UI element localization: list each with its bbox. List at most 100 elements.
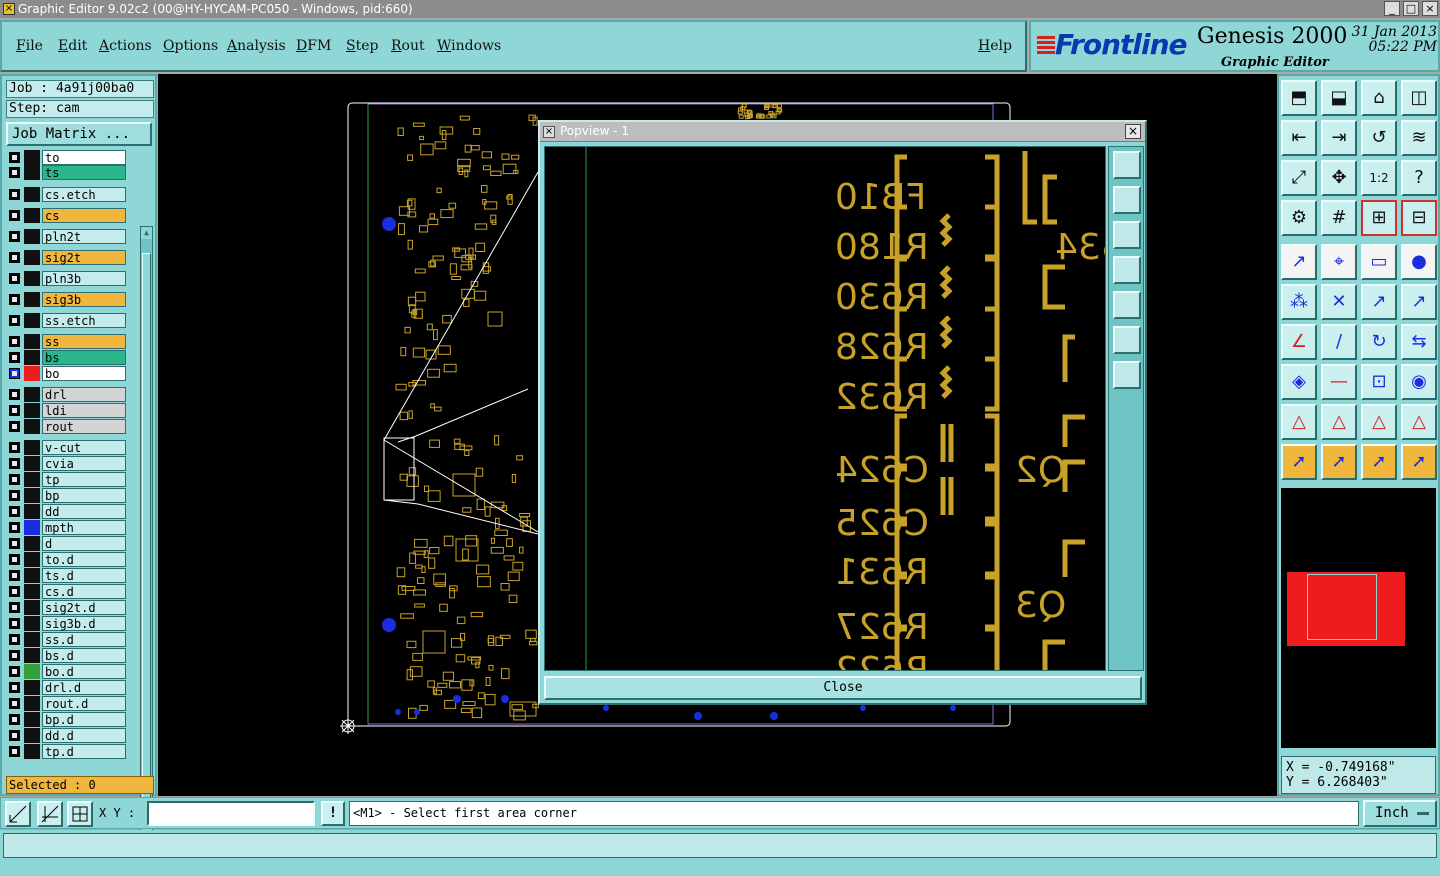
ruler-icon[interactable]: ▭ xyxy=(1361,244,1397,280)
select-area-icon[interactable]: ➚ xyxy=(1361,444,1397,480)
layer-name[interactable]: ts.d xyxy=(42,568,126,583)
layer-name[interactable]: sig3b xyxy=(42,292,126,307)
layer-color-swatch[interactable] xyxy=(24,419,40,434)
layer-row-tp[interactable]: tp xyxy=(6,472,128,487)
layer-row-dd[interactable]: dd xyxy=(6,504,128,519)
layer-name[interactable]: cs.etch xyxy=(42,187,126,202)
layer-row-bp-d[interactable]: bp.d xyxy=(6,712,128,727)
pan-left-icon[interactable]: ⇤ xyxy=(1281,120,1317,156)
layer-name[interactable]: tp.d xyxy=(42,744,126,759)
layer-checkbox[interactable] xyxy=(9,458,20,469)
grid-icon[interactable]: # xyxy=(1321,200,1357,236)
layer-name[interactable]: pln2t xyxy=(42,229,126,244)
popview-pan-left-icon[interactable] xyxy=(1113,256,1141,284)
query-icon[interactable]: ? xyxy=(1401,160,1437,196)
snap-mode-icon[interactable] xyxy=(5,801,31,827)
layer-color-swatch[interactable] xyxy=(24,250,40,265)
layer-checkbox[interactable] xyxy=(9,352,20,363)
connect-icon[interactable]: ⁂ xyxy=(1281,284,1317,320)
layer-color-swatch[interactable] xyxy=(24,552,40,567)
popview-zoom-out-icon[interactable] xyxy=(1113,361,1141,389)
layer-name[interactable]: sig3b.d xyxy=(42,616,126,631)
arc-icon[interactable]: ↻ xyxy=(1361,324,1397,360)
layer-name[interactable]: drl xyxy=(42,387,126,402)
layer-color-swatch[interactable] xyxy=(24,488,40,503)
layer-color-swatch[interactable] xyxy=(24,680,40,695)
popview-titlebar[interactable]: × Popview - 1 × xyxy=(540,122,1145,142)
layer-checkbox[interactable] xyxy=(9,421,20,432)
layer-name[interactable]: cs xyxy=(42,208,126,223)
layer-name[interactable]: cvia xyxy=(42,456,126,471)
window-titlebar[interactable]: × Graphic Editor 9.02c2 (00@HY-HYCAM-PC0… xyxy=(0,0,1440,18)
layer-color-swatch[interactable] xyxy=(24,440,40,455)
layer-checkbox[interactable] xyxy=(9,618,20,629)
popview-pan-up-icon[interactable] xyxy=(1113,186,1141,214)
layer-name[interactable]: dd.d xyxy=(42,728,126,743)
layer-checkbox[interactable] xyxy=(9,570,20,581)
cut-icon[interactable]: — xyxy=(1321,364,1357,400)
layer-row-mpth[interactable]: mpth xyxy=(6,520,128,535)
layer-color-swatch[interactable] xyxy=(24,728,40,743)
layer-color-swatch[interactable] xyxy=(24,292,40,307)
layer-checkbox[interactable] xyxy=(9,538,20,549)
layer-checkbox[interactable] xyxy=(9,586,20,597)
one-to-one-icon[interactable]: 1:2 xyxy=(1361,160,1397,196)
zoom-page-icon[interactable]: ⬓ xyxy=(1321,80,1357,116)
layer-color-swatch[interactable] xyxy=(24,350,40,365)
layer-row-ss-etch[interactable]: ss.etch xyxy=(6,313,128,328)
layer-row-dd-d[interactable]: dd.d xyxy=(6,728,128,743)
layer-row-bs-d[interactable]: bs.d xyxy=(6,648,128,663)
layer-row-sig2t[interactable]: sig2t xyxy=(6,250,128,265)
popview-zoom-in-icon[interactable] xyxy=(1113,326,1141,354)
pad-icon[interactable]: ● xyxy=(1401,244,1437,280)
layer-name[interactable]: ss xyxy=(42,334,126,349)
layer-checkbox[interactable] xyxy=(9,474,20,485)
layer-name[interactable]: mpth xyxy=(42,520,126,535)
layer-checkbox[interactable] xyxy=(9,730,20,741)
layer-color-swatch[interactable] xyxy=(24,165,40,180)
layer-name[interactable]: rout xyxy=(42,419,126,434)
layer-color-swatch[interactable] xyxy=(24,387,40,402)
layer-checkbox[interactable] xyxy=(9,294,20,305)
angle-icon[interactable]: ∠ xyxy=(1281,324,1317,360)
layer-color-swatch[interactable] xyxy=(24,584,40,599)
layer-color-swatch[interactable] xyxy=(24,520,40,535)
layer-checkbox[interactable] xyxy=(9,714,20,725)
group-icon[interactable]: ◉ xyxy=(1401,364,1437,400)
popview-close-button[interactable]: Close xyxy=(544,676,1142,700)
layer-name[interactable]: d xyxy=(42,536,126,551)
layer-name[interactable]: bp.d xyxy=(42,712,126,727)
popview-pan-down-icon[interactable] xyxy=(1113,221,1141,249)
layer-row-cs[interactable]: cs xyxy=(6,208,128,223)
layer-checkbox[interactable] xyxy=(9,368,20,379)
menu-dfm[interactable]: DFM xyxy=(296,38,331,54)
layer-row-bo[interactable]: bo xyxy=(6,366,128,381)
menu-actions[interactable]: Actions xyxy=(99,38,152,54)
layer-name[interactable]: sig2t xyxy=(42,250,126,265)
layer-row-to-d[interactable]: to.d xyxy=(6,552,128,567)
layer-color-swatch[interactable] xyxy=(24,632,40,647)
layer-checkbox[interactable] xyxy=(9,554,20,565)
layer-checkbox[interactable] xyxy=(9,167,20,178)
flip-icon[interactable]: ⇆ xyxy=(1401,324,1437,360)
layer-row-rout-d[interactable]: rout.d xyxy=(6,696,128,711)
job-matrix-button[interactable]: Job Matrix ... xyxy=(6,122,152,146)
add-feature-icon[interactable]: ↗ xyxy=(1281,244,1317,280)
layer-color-swatch[interactable] xyxy=(24,150,40,165)
layer-color-swatch[interactable] xyxy=(24,616,40,631)
layer-row-sig3b[interactable]: sig3b xyxy=(6,292,128,307)
grid-snap-icon[interactable] xyxy=(37,801,63,827)
layer-color-swatch[interactable] xyxy=(24,536,40,551)
layer-checkbox[interactable] xyxy=(9,315,20,326)
layer-name[interactable]: sig2t.d xyxy=(42,600,126,615)
layer-color-swatch[interactable] xyxy=(24,313,40,328)
layer-checkbox[interactable] xyxy=(9,650,20,661)
layer-checkbox[interactable] xyxy=(9,231,20,242)
layer-checkbox[interactable] xyxy=(9,522,20,533)
layer-checkbox[interactable] xyxy=(9,389,20,400)
layer-checkbox[interactable] xyxy=(9,490,20,501)
select-box-icon[interactable]: ➚ xyxy=(1321,444,1357,480)
layer-name[interactable]: to xyxy=(42,150,126,165)
route-icon[interactable]: ⌖ xyxy=(1321,244,1357,280)
layer-checkbox[interactable] xyxy=(9,252,20,263)
